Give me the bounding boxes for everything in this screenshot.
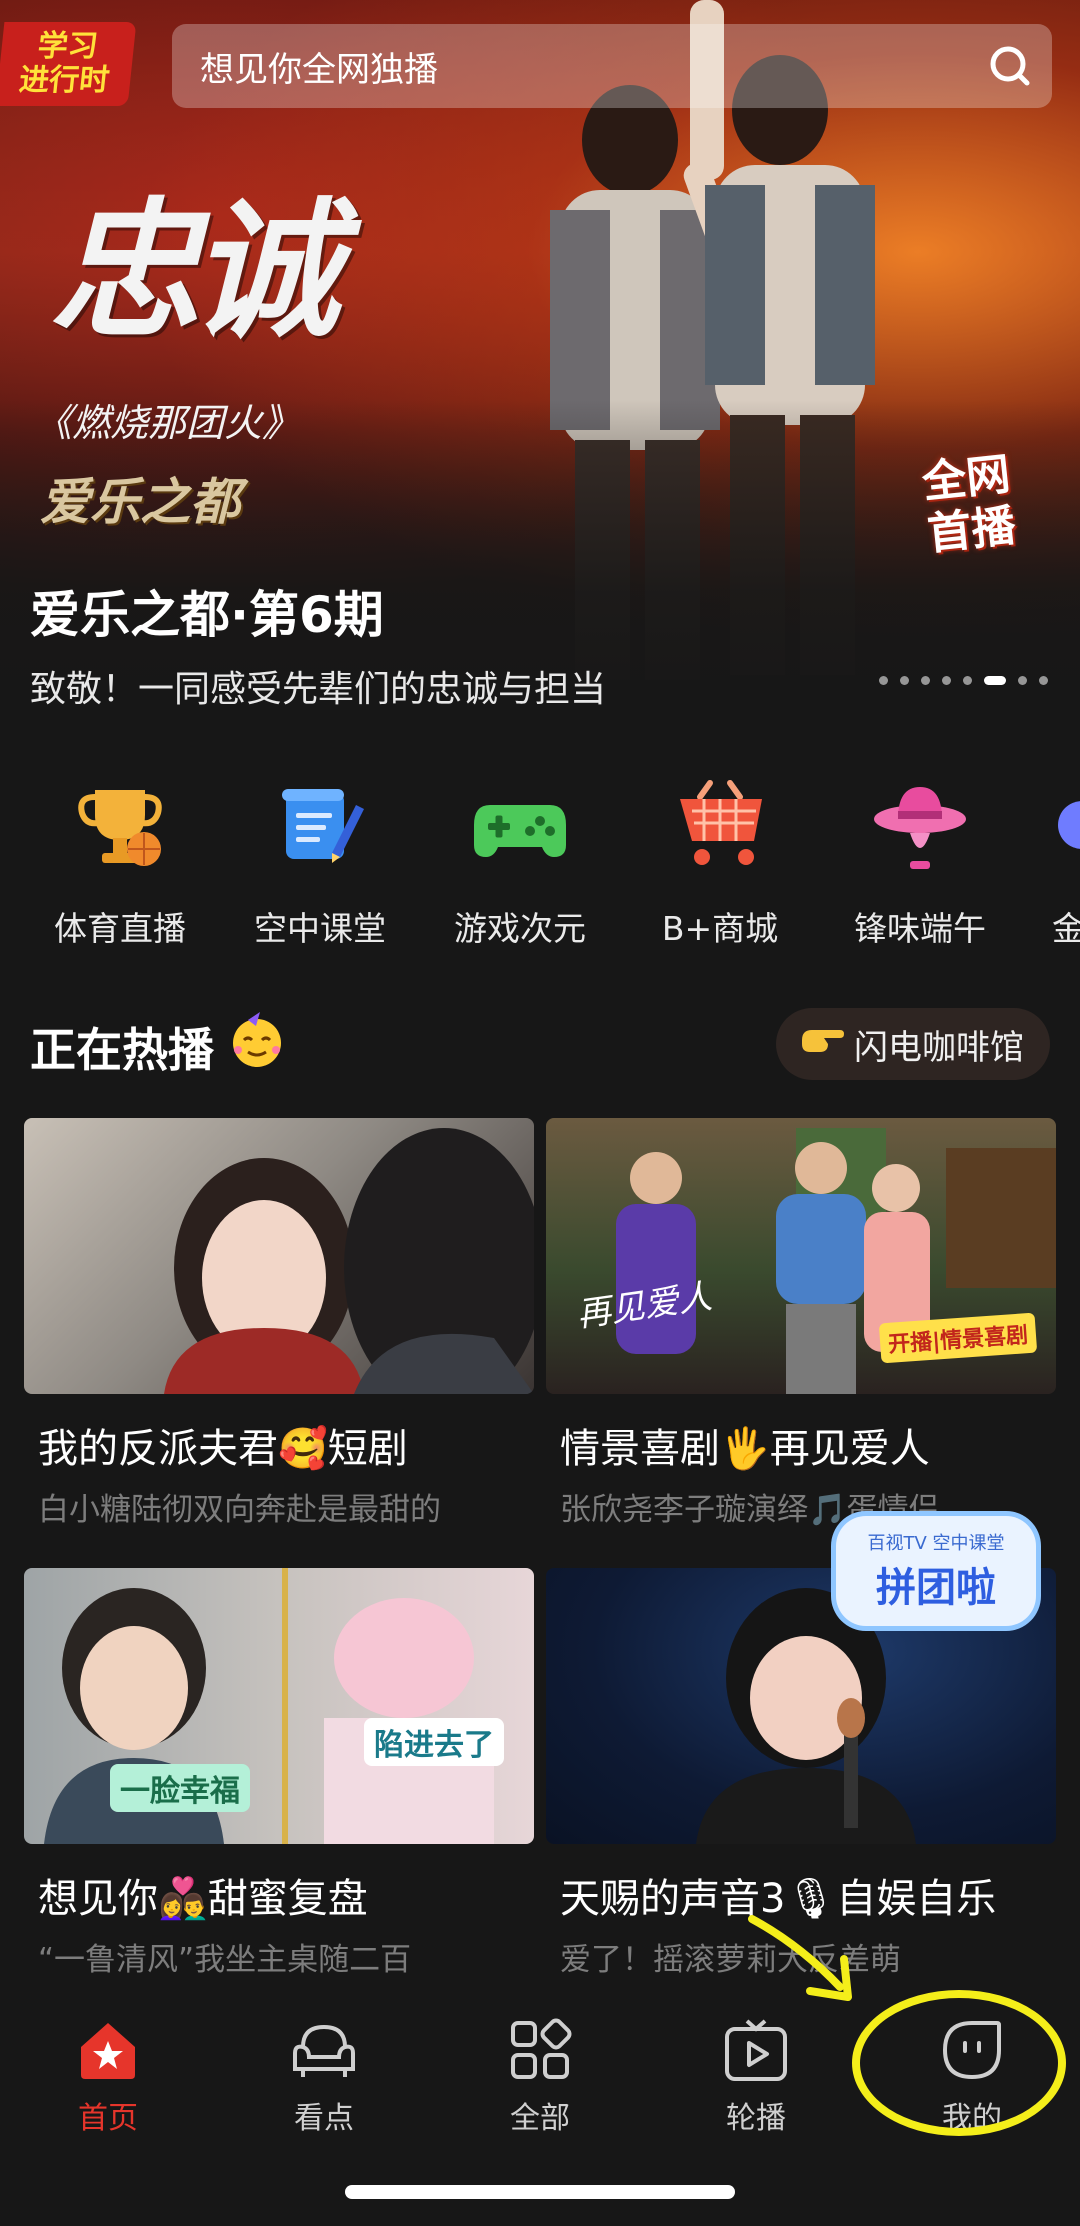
group-buy-label: 拼团啦: [876, 1565, 996, 1611]
sofa-icon: [289, 2015, 359, 2085]
thumbnail-art: [164, 1128, 534, 1394]
carousel-dot[interactable]: [942, 676, 951, 685]
section-title: 正在热播: [30, 1010, 288, 1083]
section-title-text: 正在热播: [30, 1022, 214, 1077]
home-icon: [73, 2015, 143, 2085]
video-subtitle: 白小糖陆彻双向奔赴是最甜的: [38, 1492, 441, 1528]
category-label: 空中课堂: [254, 909, 386, 948]
carousel-dot[interactable]: [963, 676, 972, 685]
cart-icon: [665, 770, 775, 880]
carousel-dot[interactable]: [1039, 676, 1048, 685]
video-thumbnail: 一脸幸福 陷进去了: [24, 1568, 534, 1844]
category-label: 体育直播: [54, 909, 186, 948]
video-title: 情景喜剧🖐再见爱人: [560, 1426, 930, 1472]
search-icon[interactable]: [968, 24, 1052, 108]
flash-cafe-link[interactable]: 闪电咖啡馆: [776, 1008, 1050, 1080]
video-card[interactable]: 我的反派夫君🥰短剧 白小糖陆彻双向奔赴是最甜的: [24, 1118, 534, 1529]
video-title: 我的反派夫君🥰短剧: [38, 1426, 408, 1472]
video-card[interactable]: 再见爱人 开播|情景喜剧 情景喜剧🖐再见爱人 张欣尧李子璇演绎🎵蛋情侣: [546, 1118, 1056, 1529]
video-thumbnail: [24, 1118, 534, 1394]
category-mall[interactable]: B+商城: [620, 770, 820, 950]
video-card[interactable]: 一脸幸福 陷进去了 想见你👩‍❤️‍👨甜蜜复盘 “一鲁清风”我坐主桌随二百: [24, 1568, 534, 1979]
thumbnail-art: [44, 1568, 494, 1844]
nav-label: 看点: [294, 2101, 354, 2136]
partial-icon: [1020, 770, 1080, 880]
hat-icon: [865, 770, 975, 880]
category-dragon-boat[interactable]: 锋味端午: [820, 770, 1020, 950]
nav-highlights[interactable]: 看点: [216, 2015, 432, 2137]
scroll-pen-icon: [265, 770, 375, 880]
flash-cafe-label: 闪电咖啡馆: [854, 1027, 1024, 1068]
hero-banner[interactable]: 忠诚 《燃烧那团火》 爱乐之都 全网 首播 爱乐之都·第6期 致敬！一同感受先辈…: [0, 0, 1080, 720]
carousel-dots[interactable]: [879, 676, 1048, 685]
party-face-icon: [226, 1010, 288, 1083]
premiere-line2: 首播: [925, 500, 1019, 561]
nav-carousel[interactable]: 轮播: [648, 2015, 864, 2137]
search-bar[interactable]: 想见你全网独播: [172, 24, 1052, 108]
premiere-line1: 全网: [919, 448, 1013, 509]
category-air-classroom[interactable]: 空中课堂: [220, 770, 420, 950]
hero-title: 爱乐之都·第6期: [30, 586, 384, 644]
study-badge[interactable]: 学习 进行时: [0, 22, 137, 106]
nav-home[interactable]: 首页: [0, 2015, 216, 2137]
home-indicator: [345, 2185, 735, 2199]
tv-play-icon: [721, 2015, 791, 2085]
hero-calligraphy: 忠诚: [50, 183, 340, 359]
video-thumbnail: 再见爱人 开播|情景喜剧: [546, 1118, 1056, 1394]
category-partial[interactable]: 金: [1020, 770, 1080, 950]
nav-all[interactable]: 全部: [432, 2015, 648, 2137]
carousel-dot[interactable]: [900, 676, 909, 685]
thumbnail-sticker: 陷进去了: [364, 1718, 504, 1766]
annotation-arrow-icon: [748, 1915, 852, 2001]
grid-icon: [505, 2015, 575, 2085]
category-game[interactable]: 游戏次元: [420, 770, 620, 950]
carousel-dot[interactable]: [1018, 676, 1027, 685]
category-sports-live[interactable]: 体育直播: [20, 770, 220, 950]
hero-calligraphy-sub: 《燃烧那团火》: [34, 401, 301, 445]
trophy-icon: [65, 770, 175, 880]
group-buy-sticker[interactable]: 百视TV 空中课堂 拼团啦: [836, 1516, 1036, 1626]
premiere-badge: 全网 首播: [902, 439, 1036, 571]
category-label: 锋味端午: [854, 909, 986, 948]
video-subtitle: “一鲁清风”我坐主桌随二百: [38, 1942, 412, 1978]
video-title: 想见你👩‍❤️‍👨甜蜜复盘: [38, 1876, 368, 1922]
thumbnail-sticker: 一脸幸福: [110, 1764, 250, 1812]
show-logo: 爱乐之都: [40, 473, 240, 531]
carousel-dot-active[interactable]: [984, 676, 1006, 685]
category-label: 金: [1052, 909, 1080, 948]
pointing-hand-icon: [800, 1022, 844, 1067]
nav-label: 首页: [78, 2101, 138, 2136]
study-badge-line1: 学习: [36, 29, 100, 64]
category-label: B+商城: [661, 909, 779, 948]
category-row: 体育直播 空中课堂 游戏次元 B+商城 锋味端午 金: [0, 770, 1080, 970]
group-buy-small: 百视TV 空中课堂: [867, 1533, 1005, 1554]
nav-label: 轮播: [726, 2101, 786, 2136]
hero-subtitle: 致敬！一同感受先辈们的忠诚与担当: [30, 669, 607, 710]
nav-label: 全部: [510, 2101, 570, 2136]
annotation-circle: [852, 1990, 1066, 2136]
search-input[interactable]: 想见你全网独播: [200, 42, 968, 91]
carousel-dot[interactable]: [879, 676, 888, 685]
gamepad-icon: [465, 770, 575, 880]
carousel-dot[interactable]: [921, 676, 930, 685]
study-badge-line2: 进行时: [17, 63, 112, 98]
category-label: 游戏次元: [454, 909, 586, 948]
